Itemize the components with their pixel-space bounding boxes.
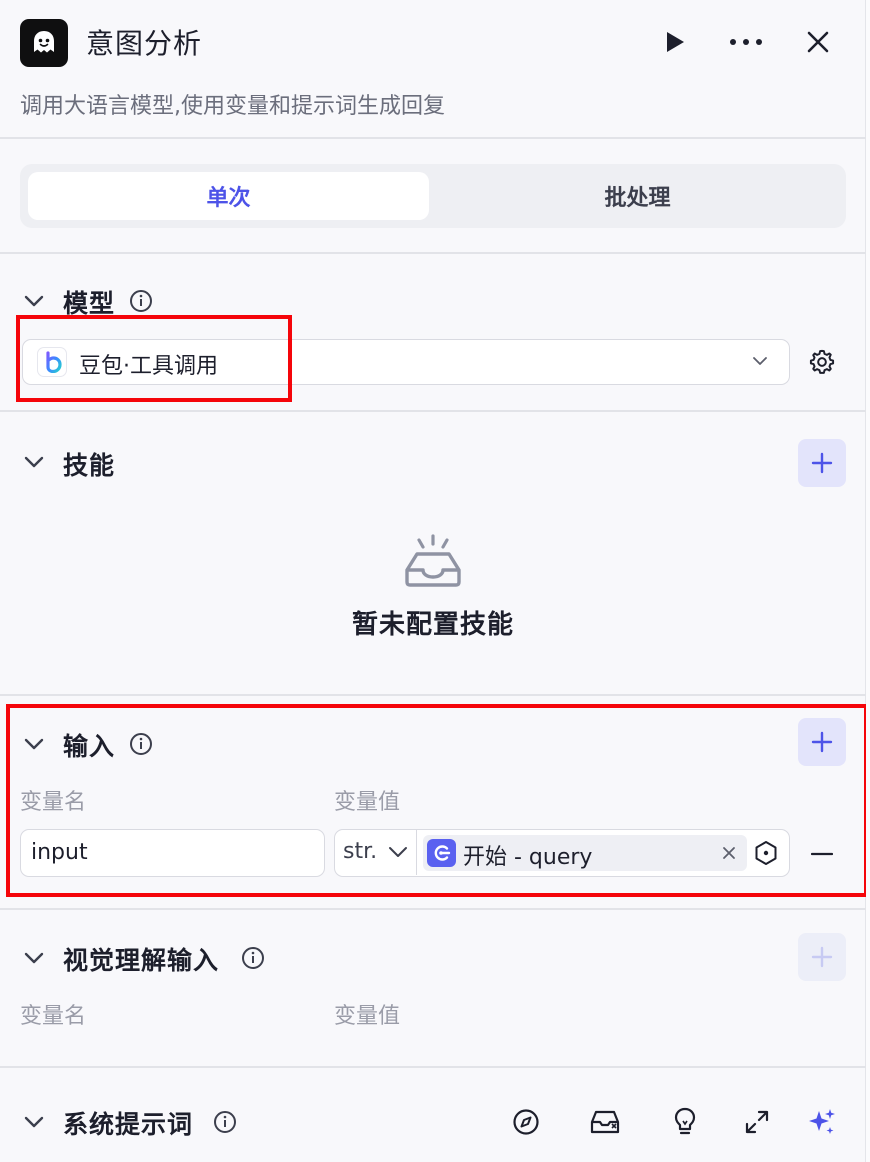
- empty-skills-text: 暂未配置技能: [351, 610, 514, 640]
- column-header-name: 变量名: [20, 790, 87, 815]
- section-title-input: 输入: [63, 732, 116, 761]
- type-select[interactable]: str.: [335, 830, 417, 875]
- chevron-down-icon[interactable]: [20, 944, 48, 972]
- add-vision-input-button[interactable]: [798, 933, 846, 981]
- compass-icon[interactable]: [508, 1104, 544, 1140]
- library-icon[interactable]: [587, 1104, 623, 1140]
- divider: [0, 252, 866, 254]
- node-description: 调用大语言模型,使用变量和提示词生成回复: [20, 94, 445, 119]
- gear-icon[interactable]: [804, 344, 840, 380]
- chevron-down-icon[interactable]: [20, 730, 48, 758]
- section-title-system-prompt: 系统提示词: [63, 1110, 194, 1139]
- column-header-name: 变量名: [20, 1004, 87, 1029]
- info-icon[interactable]: [240, 945, 266, 971]
- variable-picker-icon[interactable]: [753, 840, 779, 866]
- model-name: 豆包·工具调用: [79, 354, 218, 379]
- variable-reference-tag[interactable]: 开始 - query: [423, 835, 747, 871]
- chevron-down-icon[interactable]: [20, 448, 48, 476]
- chevron-down-icon: [751, 352, 769, 374]
- add-input-button[interactable]: [798, 718, 846, 766]
- close-icon[interactable]: [719, 843, 739, 863]
- chevron-down-icon[interactable]: [20, 1108, 48, 1136]
- lightbulb-icon[interactable]: [667, 1104, 703, 1140]
- chevron-down-icon[interactable]: [20, 287, 48, 315]
- remove-row-button[interactable]: [806, 838, 838, 870]
- divider: [0, 137, 866, 139]
- column-header-value: 变量值: [334, 790, 401, 815]
- sparkle-icon[interactable]: [804, 1104, 840, 1140]
- inbox-icon: [403, 534, 463, 592]
- info-icon[interactable]: [212, 1109, 238, 1135]
- divider: [0, 908, 866, 910]
- ghost-icon: [20, 19, 68, 67]
- variable-name-input[interactable]: input: [20, 829, 325, 877]
- node-title[interactable]: 意图分析: [86, 22, 202, 62]
- add-skill-button[interactable]: [798, 439, 846, 487]
- mode-switch: 单次 批处理: [20, 164, 846, 228]
- model-select[interactable]: 豆包·工具调用: [22, 339, 790, 385]
- section-title-model: 模型: [63, 289, 116, 318]
- doubao-logo-icon: [37, 347, 67, 377]
- divider: [0, 410, 866, 412]
- close-icon[interactable]: [798, 22, 838, 62]
- play-icon[interactable]: [655, 22, 695, 62]
- divider: [0, 1066, 866, 1068]
- tab-batch[interactable]: 批处理: [437, 172, 838, 220]
- start-node-icon: [427, 839, 456, 867]
- expand-icon[interactable]: [739, 1104, 775, 1140]
- variable-value-field: str. 开始 - query: [334, 829, 790, 877]
- section-title-skills: 技能: [63, 451, 116, 480]
- tab-single[interactable]: 单次: [28, 172, 429, 220]
- section-title-vision-input: 视觉理解输入: [63, 946, 220, 975]
- info-icon[interactable]: [128, 731, 154, 757]
- chevron-down-icon: [387, 842, 409, 866]
- node-panel: 意图分析 调用大语言模型,使用变量和提示词生成回复 单次 批处理 模型 豆包·工…: [0, 0, 868, 1162]
- type-select-value: str.: [343, 839, 378, 864]
- info-icon[interactable]: [128, 288, 154, 314]
- variable-reference-label: 开始 - query: [463, 845, 593, 870]
- column-header-value: 变量值: [334, 1004, 401, 1029]
- more-icon[interactable]: [726, 22, 766, 62]
- divider: [0, 694, 866, 696]
- canvas-edge: [866, 0, 870, 1162]
